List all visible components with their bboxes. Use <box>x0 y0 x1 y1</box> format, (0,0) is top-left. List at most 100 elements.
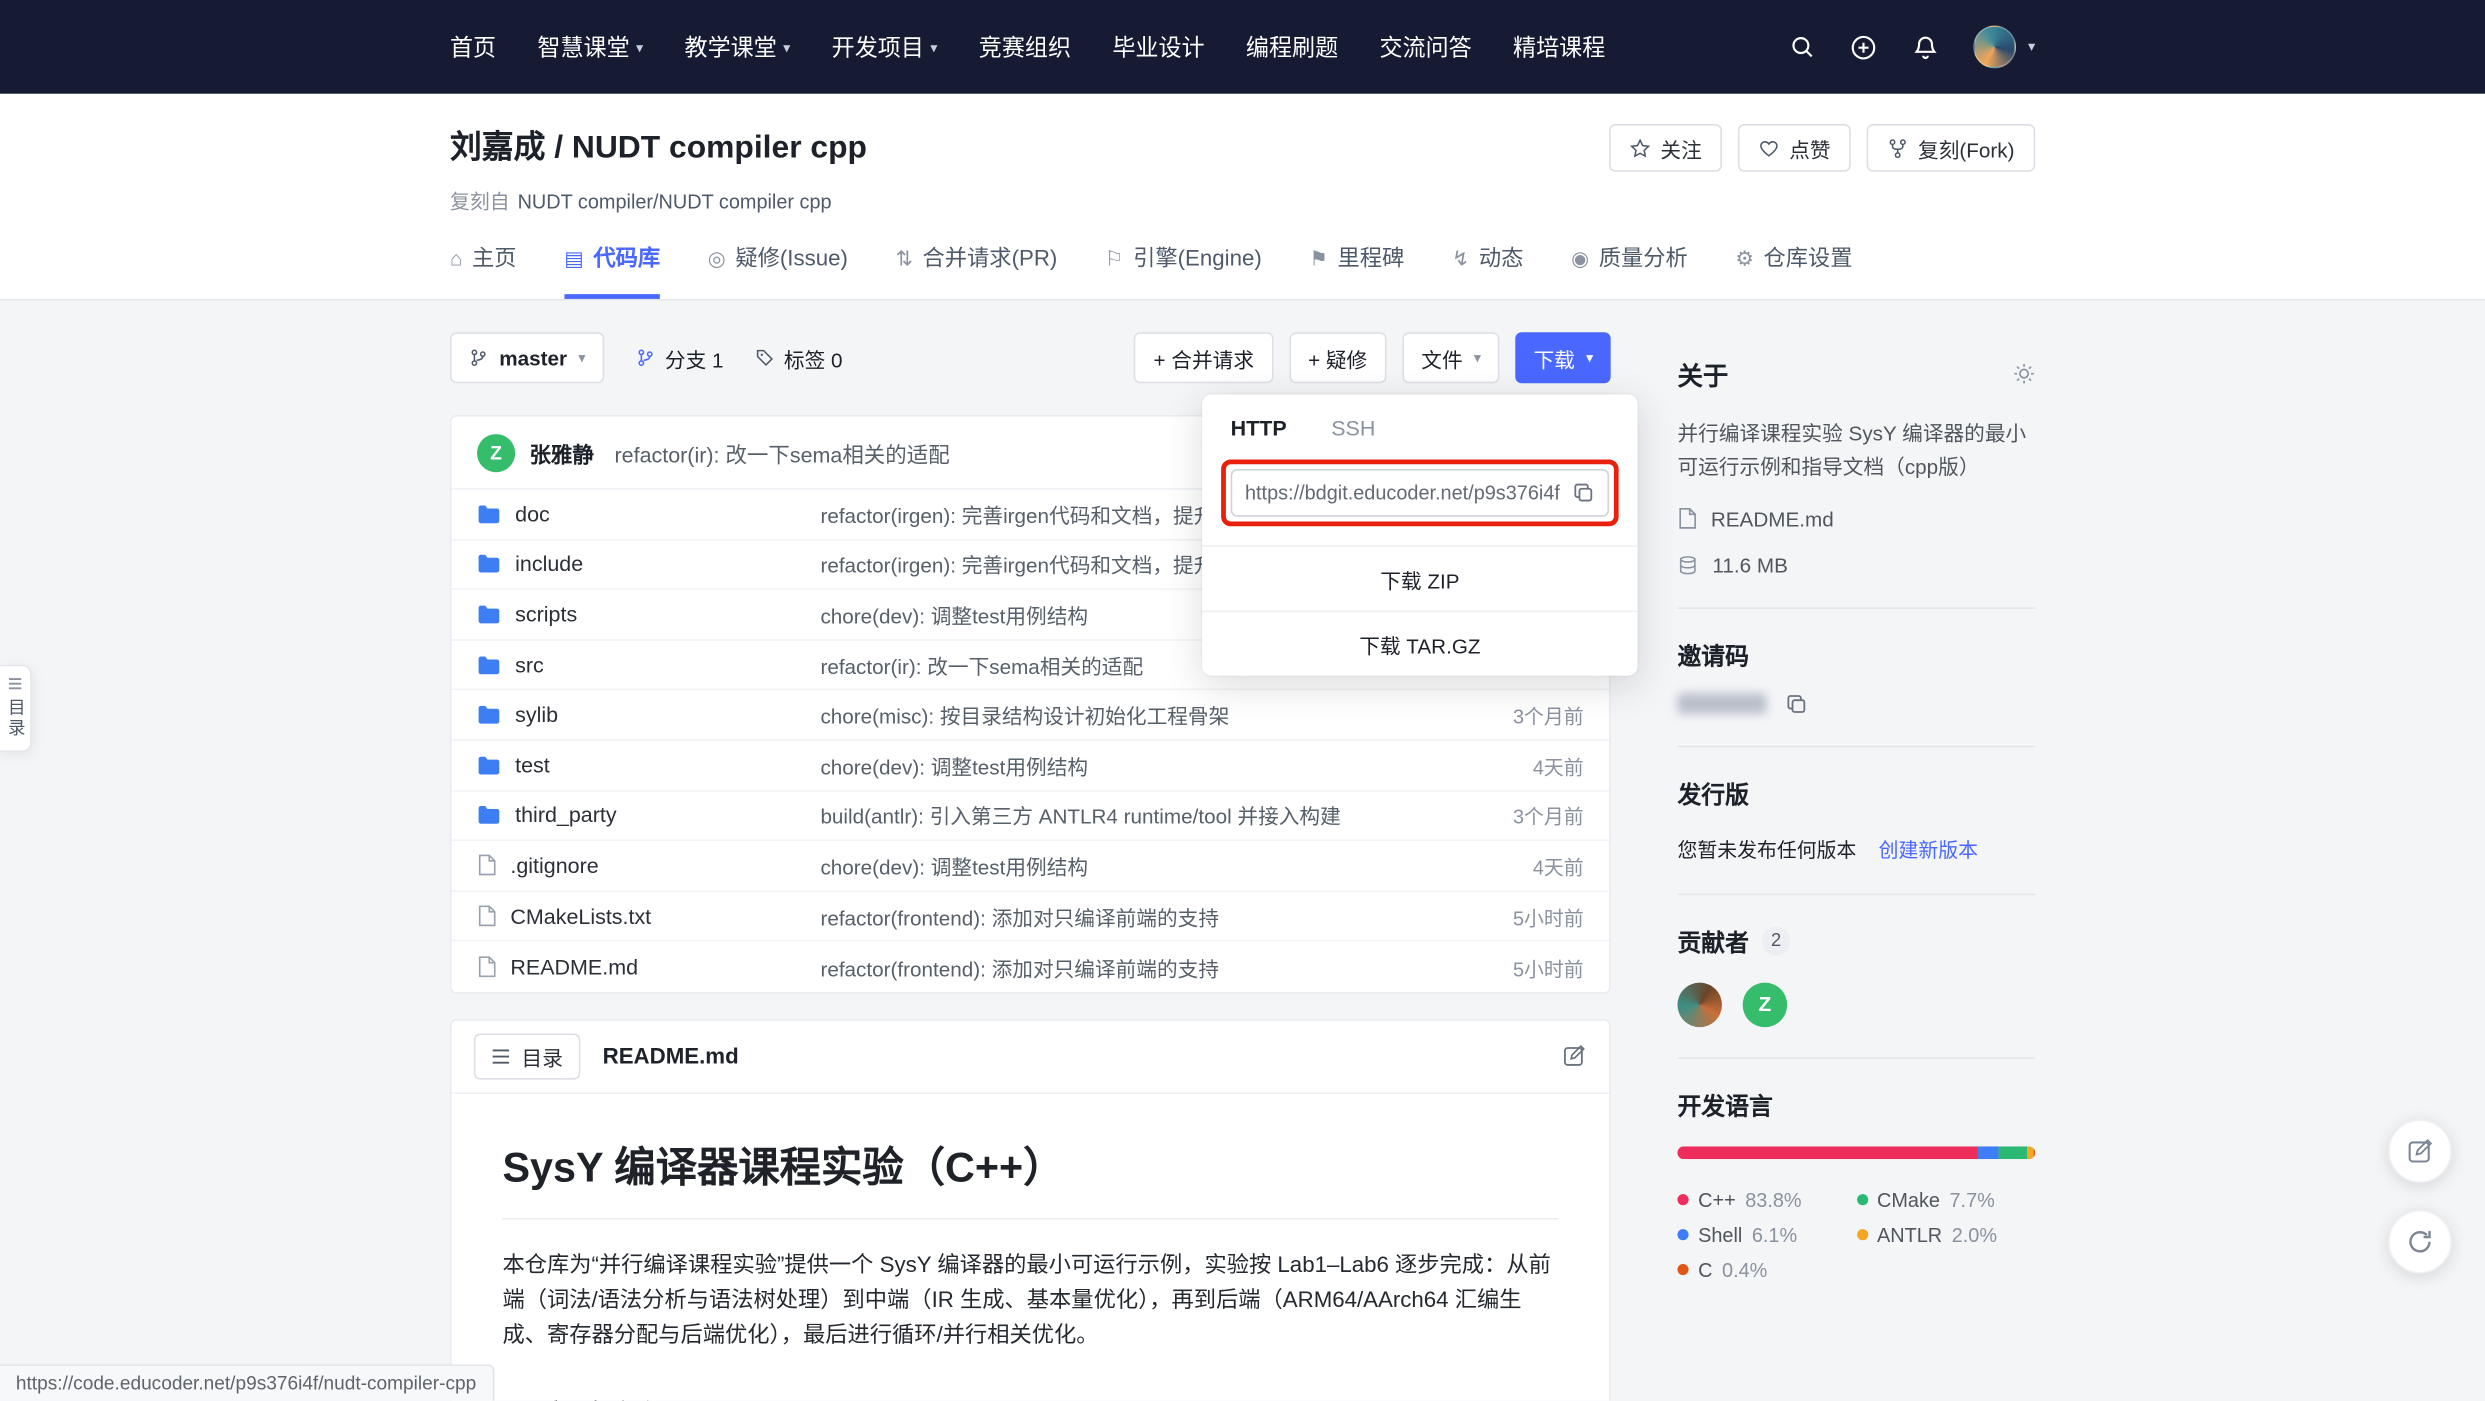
file-commit-message[interactable]: chore(misc): 按目录结构设计初始化工程骨架 <box>820 700 1450 730</box>
language-dot <box>1856 1195 1867 1206</box>
branches-link[interactable]: 分支 1 <box>636 343 723 373</box>
commit-author-avatar: Z <box>477 433 515 471</box>
download-zip-item[interactable]: 下载 ZIP <box>1202 545 1638 610</box>
create-release-link[interactable]: 创建新版本 <box>1879 833 1978 863</box>
fork-button[interactable]: 复刻(Fork) <box>1867 124 2035 172</box>
file-row[interactable]: sylib chore(misc): 按目录结构设计初始化工程骨架 3个月前 <box>452 691 1610 741</box>
edit-icon[interactable] <box>1561 1044 1586 1069</box>
top-navbar: 首页 ▾ 智慧课堂 ▾ 教学课堂 ▾ 开发项目 <box>0 0 2485 94</box>
repo-tab[interactable]: ◎ 疑修(Issue) <box>708 242 848 299</box>
language-segment <box>2027 1146 2034 1159</box>
repo-tab[interactable]: ▤ 代码库 <box>564 242 660 299</box>
file-name: doc <box>515 502 550 526</box>
repo-tab[interactable]: ⚐ 引擎(Engine) <box>1105 242 1262 299</box>
nav-item[interactable]: 首页 ▾ <box>450 30 496 63</box>
feedback-button[interactable] <box>2388 1119 2452 1183</box>
gear-icon[interactable] <box>2013 363 2035 385</box>
nav-right: ▾ <box>1789 25 2035 68</box>
new-issue-button[interactable]: + 疑修 <box>1289 332 1386 383</box>
language-name: C <box>1698 1259 1712 1281</box>
nav-item[interactable]: 编程刷题 ▾ <box>1246 30 1338 63</box>
contributors-title: 贡献者 <box>1677 925 1749 958</box>
repo-tab[interactable]: ⌂ 主页 <box>450 242 517 299</box>
plus-circle-icon[interactable] <box>1850 33 1879 62</box>
watch-button[interactable]: 关注 <box>1610 124 1723 172</box>
nav-item-label: 精培课程 <box>1513 30 1605 63</box>
like-button[interactable]: 点赞 <box>1738 124 1851 172</box>
download-button[interactable]: 下载 ▾ <box>1516 332 1611 383</box>
status-url: https://code.educoder.net/p9s376i4f/nudt… <box>0 1364 494 1401</box>
nav-item[interactable]: 交流问答 ▾ <box>1379 30 1471 63</box>
language-percent: 6.1% <box>1752 1224 1797 1246</box>
tab-ssh[interactable]: SSH <box>1331 417 1375 441</box>
file-commit-message[interactable]: refactor(frontend): 添加对只编译前端的支持 <box>820 952 1450 982</box>
repo-tab[interactable]: ↯ 动态 <box>1452 242 1523 299</box>
page: 首页 ▾ 智慧课堂 ▾ 教学课堂 ▾ 开发项目 <box>0 0 2485 1401</box>
language-dot <box>1677 1265 1688 1276</box>
new-merge-request-button[interactable]: + 合并请求 <box>1134 332 1273 383</box>
commit-message[interactable]: refactor(ir): 改一下sema相关的适配 <box>615 436 950 468</box>
tab-icon: ⇅ <box>896 247 913 268</box>
bell-icon[interactable] <box>1912 33 1941 62</box>
tab-label: 动态 <box>1479 242 1524 274</box>
readme-header: 目录 README.md <box>452 1021 1610 1094</box>
file-row[interactable]: CMakeLists.txt refactor(frontend): 添加对只编… <box>452 892 1610 942</box>
copy-icon[interactable] <box>1786 693 1808 715</box>
refresh-icon <box>2406 1227 2435 1256</box>
chevron-down-icon[interactable]: ▾ <box>2028 38 2035 55</box>
copy-icon[interactable] <box>1573 482 1595 504</box>
file-row[interactable]: test chore(dev): 调整test用例结构 4天前 <box>452 741 1610 791</box>
main-nav: 首页 ▾ 智慧课堂 ▾ 教学课堂 ▾ 开发项目 <box>450 30 1605 63</box>
readme-link-row: README.md <box>1677 507 2035 531</box>
file-commit-date: 3个月前 <box>1450 800 1584 830</box>
nav-item[interactable]: 教学课堂 ▾ <box>685 30 791 63</box>
file-name: scripts <box>515 603 577 627</box>
fork-source-link[interactable]: NUDT compiler/NUDT compiler cpp <box>518 191 832 213</box>
language-name: Shell <box>1698 1224 1742 1246</box>
file-commit-message[interactable]: chore(dev): 调整test用例结构 <box>820 750 1450 780</box>
page-title: 刘嘉成 / NUDT compiler cpp <box>450 121 867 167</box>
tab-icon: ◉ <box>1571 247 1589 268</box>
toc-button[interactable]: 目录 <box>474 1033 581 1079</box>
repo-tab[interactable]: ⚙ 仓库设置 <box>1735 242 1852 299</box>
contributor-avatar[interactable] <box>1677 982 1722 1027</box>
file-commit-message[interactable]: chore(dev): 调整test用例结构 <box>820 851 1450 881</box>
nav-item[interactable]: 开发项目 ▾ <box>832 30 938 63</box>
branch-selector[interactable]: master ▾ <box>450 332 605 383</box>
tab-http[interactable]: HTTP <box>1231 417 1287 441</box>
tag-icon <box>755 348 774 367</box>
file-row[interactable]: third_party build(antlr): 引入第三方 ANTLR4 r… <box>452 791 1610 841</box>
divider <box>1677 607 2035 609</box>
nav-item[interactable]: 竞赛组织 ▾ <box>979 30 1071 63</box>
tags-link[interactable]: 标签 0 <box>755 343 842 373</box>
file-name: third_party <box>515 804 616 828</box>
branch-icon <box>636 348 655 367</box>
toc-side-tab[interactable]: 目录 <box>0 665 32 752</box>
nav-item[interactable]: 毕业设计 ▾ <box>1112 30 1204 63</box>
user-avatar[interactable] <box>1974 25 2017 68</box>
file-commit-message[interactable]: refactor(frontend): 添加对只编译前端的支持 <box>820 901 1450 931</box>
download-targz-item[interactable]: 下载 TAR.GZ <box>1202 611 1638 676</box>
nav-item[interactable]: 精培课程 ▾ <box>1513 30 1605 63</box>
file-commit-message[interactable]: build(antlr): 引入第三方 ANTLR4 runtime/tool … <box>820 800 1450 830</box>
clone-url-input[interactable]: https://bdgit.educoder.net/p9s376i4f <box>1231 469 1609 517</box>
commit-author[interactable]: 张雅静 <box>529 436 593 468</box>
contributor-avatar[interactable]: Z <box>1743 982 1788 1027</box>
search-icon[interactable] <box>1789 33 1816 60</box>
language-dot <box>1856 1230 1867 1241</box>
readme-link[interactable]: README.md <box>1711 507 1834 531</box>
language-name: CMake <box>1877 1189 1940 1211</box>
file-commit-date: 4天前 <box>1450 750 1584 780</box>
file-menu-button[interactable]: 文件 ▾ <box>1402 332 1500 383</box>
refresh-button[interactable] <box>2388 1210 2452 1274</box>
tab-icon: ▤ <box>564 247 584 268</box>
file-row[interactable]: README.md refactor(frontend): 添加对只编译前端的支… <box>452 942 1610 992</box>
readme-filename: README.md <box>603 1044 739 1069</box>
file-row[interactable]: .gitignore chore(dev): 调整test用例结构 4天前 <box>452 841 1610 891</box>
repo-tab[interactable]: ⇅ 合并请求(PR) <box>896 242 1058 299</box>
nav-item[interactable]: 智慧课堂 ▾ <box>537 30 643 63</box>
repo-tab[interactable]: ◉ 质量分析 <box>1571 242 1688 299</box>
language-bar <box>1677 1146 2035 1159</box>
repo-tab[interactable]: ⚑ 里程碑 <box>1309 242 1404 299</box>
nav-item-label: 编程刷题 <box>1246 30 1338 63</box>
